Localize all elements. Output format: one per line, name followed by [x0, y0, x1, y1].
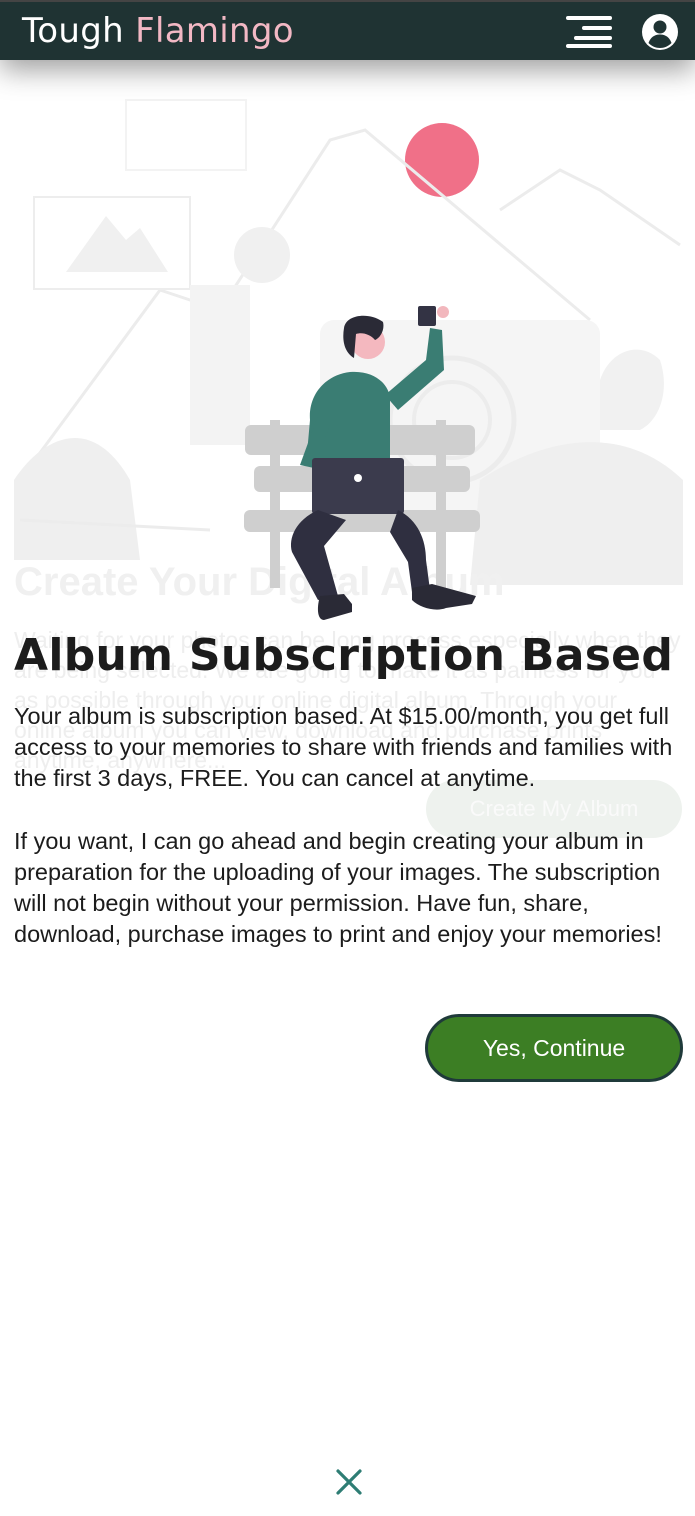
brand-name-part1: Tough [22, 11, 124, 51]
brand-name-part2: Flamingo [135, 11, 294, 51]
album-creation-text: If you want, I can go ahead and begin cr… [14, 828, 662, 947]
subscription-details-text: Your album is subscription based. At $15… [14, 703, 673, 791]
top-navigation-bar: Tough Flamingo [0, 0, 695, 60]
person-on-bench-illustration [244, 306, 480, 620]
modal-title: Album Subscription Based [14, 630, 674, 681]
close-x-icon[interactable] [333, 1466, 365, 1498]
yes-continue-button[interactable]: Yes, Continue [425, 1014, 683, 1082]
brand-logo[interactable]: Tough Flamingo [22, 11, 294, 51]
user-circle-icon[interactable] [641, 13, 679, 51]
hamburger-menu-icon[interactable] [566, 16, 612, 48]
